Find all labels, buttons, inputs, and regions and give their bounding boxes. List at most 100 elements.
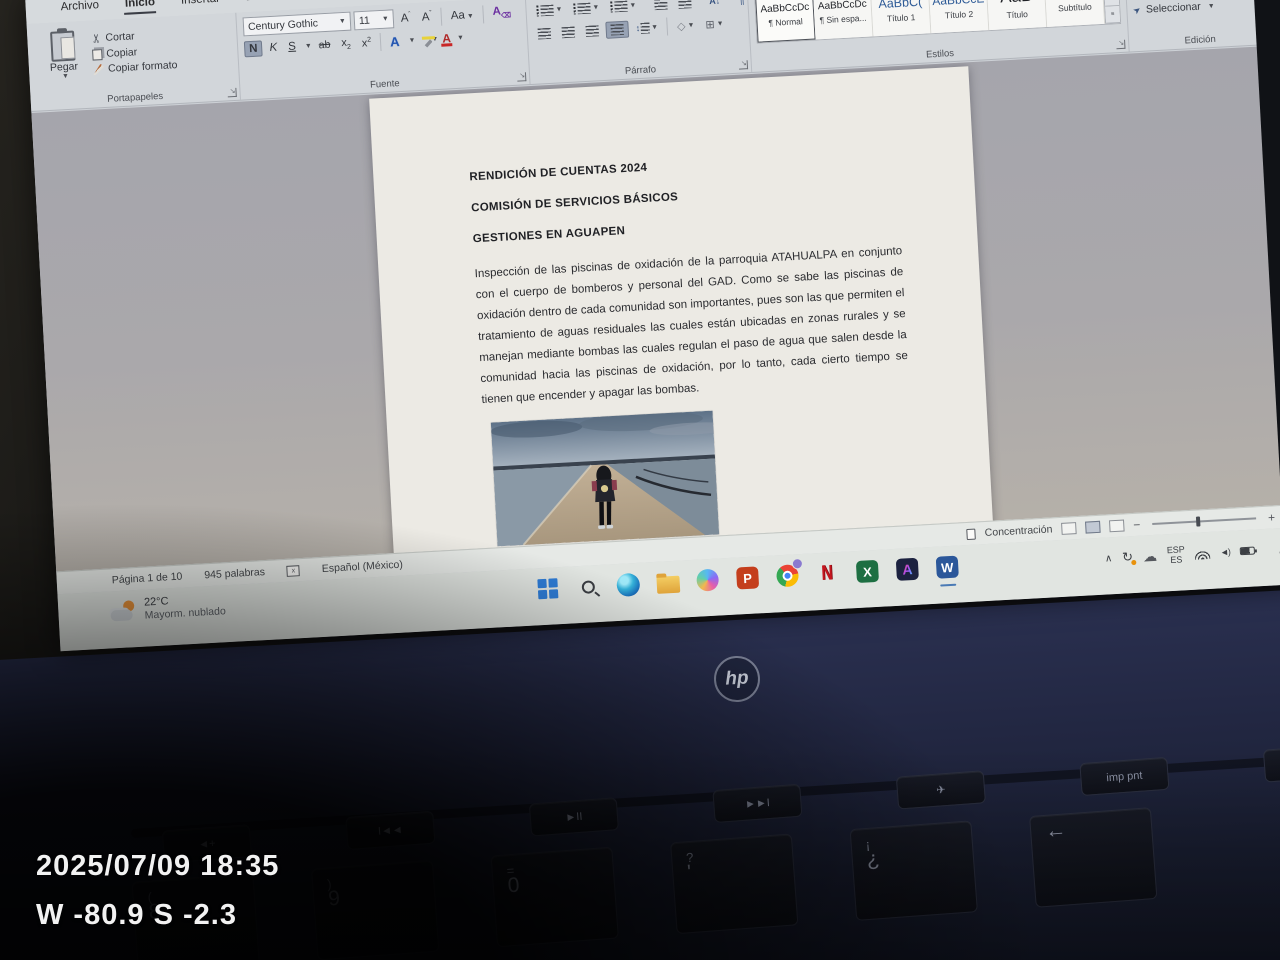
text-effects-button[interactable]: A	[386, 32, 404, 50]
word-button[interactable]: W	[934, 553, 961, 580]
show-marks-button[interactable]: ¶	[734, 0, 749, 9]
volume-icon[interactable]: ◄)	[1220, 547, 1230, 558]
tab-inicio[interactable]: Inicio	[112, 0, 169, 15]
read-mode-button[interactable]	[1061, 522, 1077, 535]
styles-gallery-more[interactable]: ≡	[1105, 6, 1120, 24]
dialog-launcher-icon[interactable]: ↘	[1116, 40, 1125, 49]
copy-button[interactable]: Copiar	[92, 44, 177, 61]
shading-button[interactable]: ◇▼	[673, 16, 699, 34]
key-print-screen: imp pnt	[1079, 757, 1169, 796]
cut-button[interactable]: ✂Cortar	[91, 27, 176, 46]
style-titulo[interactable]: AaBTítulo	[987, 0, 1048, 30]
bold-button[interactable]: N	[244, 40, 263, 57]
style-titulo-1[interactable]: AaBbC(Título 1	[871, 0, 932, 36]
font-color-button[interactable]: A	[441, 31, 452, 46]
page-count[interactable]: Página 1 de 10	[111, 571, 182, 587]
italic-button[interactable]: K	[265, 40, 281, 55]
doc-heading-1: RENDICIÓN DE CUENTAS 2024	[469, 148, 897, 183]
language-indicator[interactable]: Español (México)	[322, 559, 404, 575]
tab-diseno[interactable]: Diseño	[232, 0, 295, 9]
web-layout-button[interactable]	[1109, 520, 1125, 533]
word-count[interactable]: 945 palabras	[204, 566, 265, 581]
key-prev-track: I◄◄	[345, 811, 435, 850]
bullets-button[interactable]: ▼	[532, 1, 567, 18]
lang-line-2: ES	[1167, 554, 1186, 565]
tray-clock[interactable]: 18:3 9/7/202	[1264, 536, 1280, 560]
battery-icon[interactable]	[1240, 546, 1255, 555]
camera-overlay-stamp: 2025/07/09 18:35 W -80.9 S -2.3	[36, 842, 279, 940]
zoom-out-button[interactable]: −	[1133, 518, 1141, 532]
sort-button[interactable]: A↓	[705, 0, 725, 7]
tab-archivo[interactable]: Archivo	[47, 0, 112, 19]
decrease-indent-button[interactable]	[650, 0, 672, 12]
excel-icon: X	[856, 560, 879, 583]
document-page[interactable]: RENDICIÓN DE CUENTAS 2024 COMISIÓN DE SE…	[369, 66, 994, 571]
align-right-button[interactable]	[581, 22, 603, 38]
copilot-button[interactable]	[694, 566, 721, 593]
align-left-button[interactable]	[533, 25, 555, 41]
file-explorer-button[interactable]	[654, 569, 681, 596]
edge-button[interactable]	[614, 571, 641, 598]
outdent-icon	[654, 0, 668, 10]
style-normal[interactable]: AaBbCcDc¶ Normal	[755, 0, 816, 43]
taskbar-search-button[interactable]	[574, 573, 601, 600]
style-subtitulo[interactable]: AaBbCcDSubtítulo	[1045, 0, 1106, 27]
netflix-button[interactable]: N	[814, 560, 841, 587]
adobe-icon: A	[896, 558, 919, 581]
line-spacing-button[interactable]: ↕▼	[631, 19, 662, 36]
print-layout-button[interactable]	[1085, 521, 1101, 534]
select-button[interactable]: ➤Seleccionar▼	[1133, 0, 1263, 16]
superscript-button[interactable]: x2	[357, 35, 375, 51]
photo-scene: Archivo Inicio Insertar Diseño Disposici…	[0, 0, 1280, 960]
format-painter-button[interactable]: Copiar formato	[93, 59, 178, 76]
word-window: Archivo Inicio Insertar Diseño Disposici…	[25, 0, 1280, 651]
style-name: Título 2	[945, 8, 974, 20]
borders-button[interactable]: ⊞▼	[701, 15, 728, 33]
zoom-slider-thumb[interactable]	[1196, 516, 1201, 526]
subscript-button[interactable]: x2	[337, 35, 355, 52]
key-supr: supr	[1263, 743, 1280, 782]
zoom-in-button[interactable]: +	[1268, 510, 1276, 524]
clear-formatting-button[interactable]: A⌫	[488, 4, 515, 22]
multilevel-list-button[interactable]: ▼	[606, 0, 641, 14]
tab-insertar[interactable]: Insertar	[167, 0, 233, 12]
underline-caret[interactable]: ▼	[305, 42, 312, 49]
sync-update-icon[interactable]: ↻	[1122, 549, 1134, 566]
start-button[interactable]	[534, 575, 561, 602]
dialog-launcher-icon[interactable]: ↘	[517, 72, 526, 81]
numbering-button[interactable]: ▼	[569, 0, 604, 16]
align-center-button[interactable]	[557, 24, 579, 40]
keyboard-language-indicator[interactable]: ESP ES	[1167, 544, 1186, 565]
strikethrough-button[interactable]: ab	[314, 38, 334, 53]
increase-indent-button[interactable]	[674, 0, 696, 11]
weather-widget[interactable]: 22°C Mayorm. nublado	[110, 592, 226, 624]
dialog-launcher-icon[interactable]: ↘	[739, 60, 748, 69]
proofing-icon[interactable]: x	[287, 565, 301, 577]
paste-button[interactable]: Pegar ▼	[33, 26, 94, 95]
focus-mode-button[interactable]: Concentración	[984, 523, 1052, 539]
adobe-button[interactable]: A	[894, 556, 921, 583]
font-color-caret[interactable]: ▼	[457, 34, 464, 41]
wifi-icon[interactable]	[1195, 547, 1211, 559]
style-sin-espaciado[interactable]: AaBbCcDc¶ Sin espa...	[813, 0, 874, 39]
zoom-slider[interactable]	[1152, 517, 1256, 525]
font-family-combobox[interactable]: Century Gothic▼	[243, 12, 352, 37]
style-titulo-2[interactable]: AaBbCcETítulo 2	[929, 0, 990, 33]
font-size-combobox[interactable]: 11▼	[353, 9, 394, 30]
justify-button[interactable]	[605, 20, 629, 38]
chrome-button[interactable]	[774, 562, 801, 589]
onedrive-cloud-icon[interactable]: ☁	[1143, 547, 1158, 565]
dialog-launcher-icon[interactable]: ↘	[227, 88, 236, 97]
underline-button[interactable]: S	[284, 39, 300, 54]
highlight-button[interactable]	[418, 39, 426, 41]
excel-button[interactable]: X	[854, 558, 881, 585]
shrink-font-button[interactable]: Aˇ	[417, 9, 436, 25]
clock-date: 9/7/202	[1265, 547, 1280, 560]
change-case-button[interactable]: Aa▼	[446, 7, 478, 23]
paint-bucket-icon: ◇	[677, 19, 686, 32]
tray-chevron-icon[interactable]: ∧	[1105, 553, 1113, 564]
grow-font-button[interactable]: Aˆ	[396, 10, 415, 26]
powerpoint-button[interactable]: P	[734, 564, 761, 591]
powerpoint-icon: P	[736, 566, 759, 589]
text-effects-caret[interactable]: ▼	[408, 37, 415, 44]
